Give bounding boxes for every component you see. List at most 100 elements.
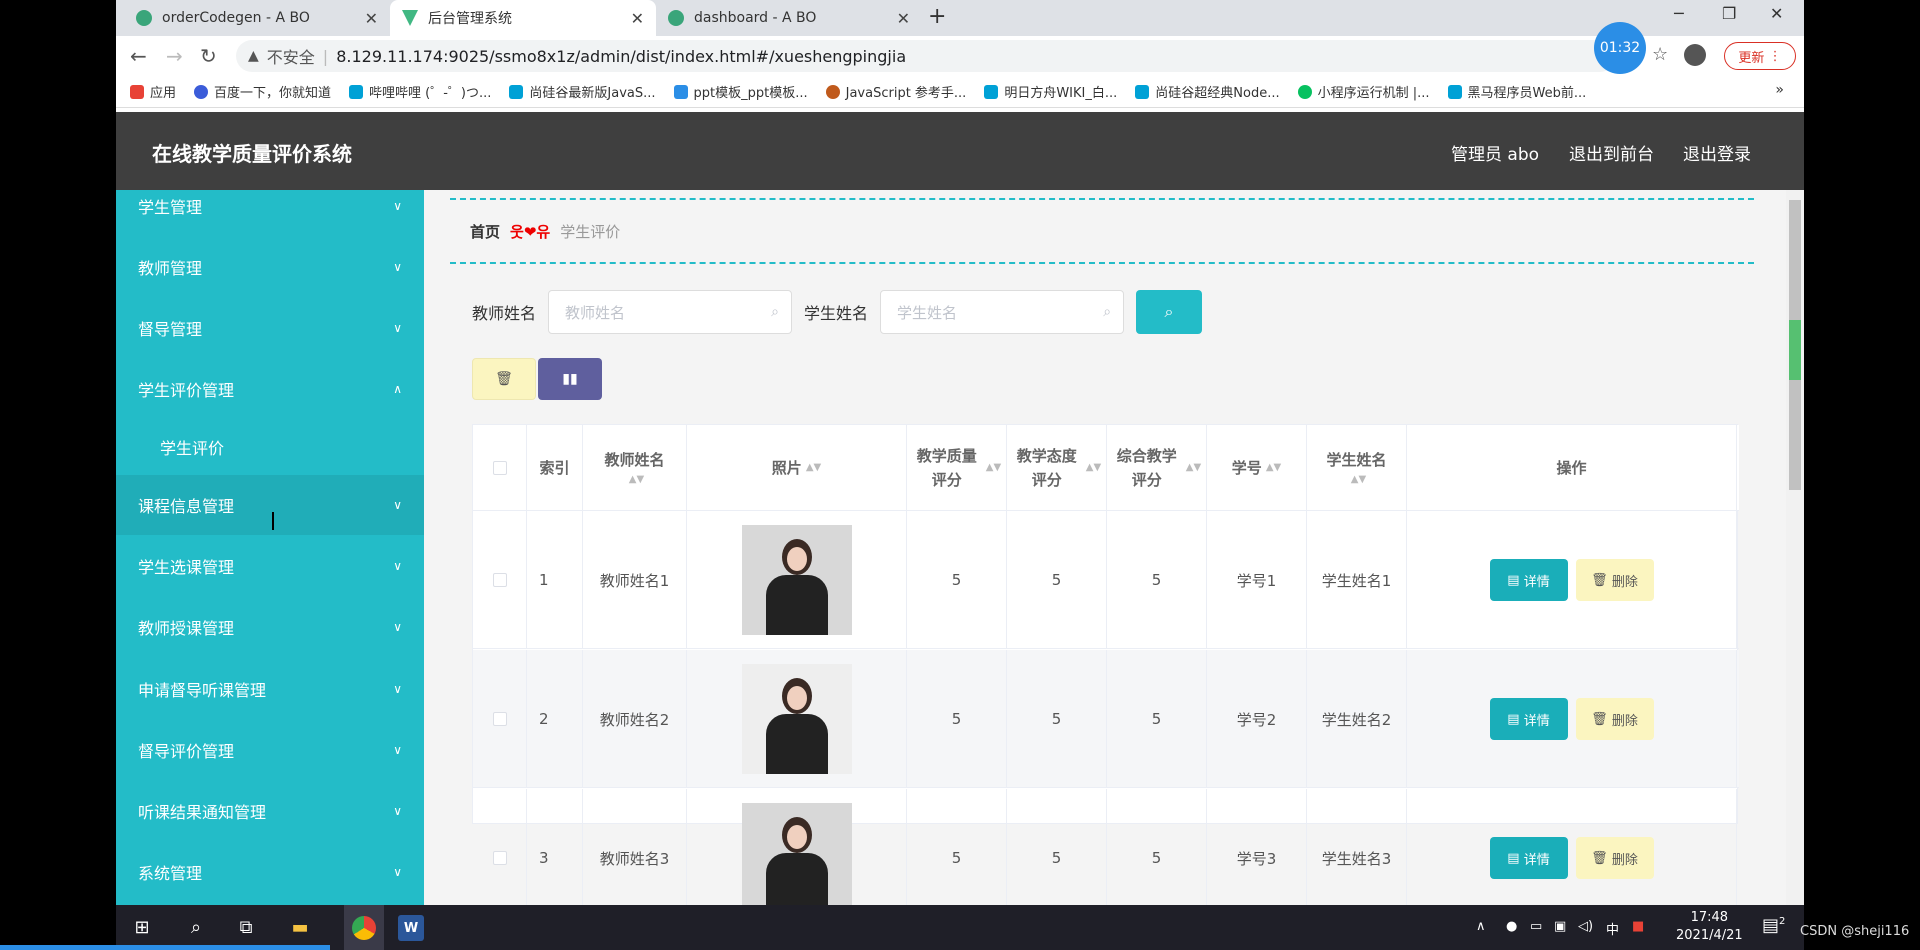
bookmark-ppt[interactable]: ppt模板_ppt模板... xyxy=(673,82,808,101)
sidebar-item-result-notice[interactable]: 听课结果通知管理 ∨ xyxy=(116,781,424,841)
tray-app-icon[interactable]: ● xyxy=(1506,919,1517,934)
sidebar-item-teacher[interactable]: 教师管理 ∨ xyxy=(116,237,424,297)
index-cell: 1 xyxy=(527,511,583,649)
sort-icon[interactable]: ▲▼ xyxy=(1351,472,1366,488)
column-label: 教学态度评分 xyxy=(1016,447,1077,489)
sort-icon[interactable]: ▲▼ xyxy=(1086,460,1101,476)
search-button[interactable]: ⌕ xyxy=(1136,290,1203,334)
desktop: orderCodegen - A BO ✕ 后台管理系统 ✕ dashboard… xyxy=(0,0,1920,950)
sort-icon[interactable]: ▲▼ xyxy=(806,460,821,476)
system-clock[interactable]: 17:48 2021/4/21 xyxy=(1676,909,1743,945)
teacher-photo[interactable] xyxy=(741,803,852,905)
tab-dashboard[interactable]: dashboard - A BO ✕ xyxy=(656,0,922,36)
close-icon[interactable]: ✕ xyxy=(631,9,644,28)
ppt-icon xyxy=(673,84,688,99)
bookmark-node[interactable]: 尚硅谷超经典Node... xyxy=(1135,82,1280,101)
antivirus-icon[interactable]: ■ xyxy=(1632,919,1644,934)
delete-button[interactable]: 🗑 删除 xyxy=(1575,837,1654,879)
ime-indicator[interactable]: 中 xyxy=(1606,919,1619,938)
bookmark-atguigu-js[interactable]: 尚硅谷最新版JavaS... xyxy=(509,82,656,101)
sidebar-item-course-selection[interactable]: 学生选课管理 ∨ xyxy=(116,536,424,596)
student-name-input[interactable]: 学生姓名 ⌕ xyxy=(880,290,1125,334)
column-header-teacher[interactable]: 教师姓名 ▲▼ xyxy=(583,425,687,511)
sidebar-item-supervisor-evaluation[interactable]: 督导评价管理 ∨ xyxy=(116,720,424,780)
column-header-quality[interactable]: 教学质量评分 ▲▼ xyxy=(907,425,1007,511)
window-close-icon[interactable]: ✕ xyxy=(1770,4,1783,23)
teacher-photo[interactable] xyxy=(741,525,852,635)
sort-icon[interactable]: ▲▼ xyxy=(986,460,1001,476)
column-label: 学生姓名 xyxy=(1326,451,1387,469)
teacher-name-input[interactable]: 教师姓名 ⌕ xyxy=(548,290,793,334)
batch-delete-button[interactable]: 🗑 xyxy=(472,358,536,400)
bookmark-arknights[interactable]: 明日方舟WIKI_白... xyxy=(984,82,1117,101)
row-checkbox[interactable] xyxy=(492,712,507,726)
row-checkbox[interactable] xyxy=(492,573,507,587)
word-icon[interactable]: W xyxy=(398,915,424,941)
bookmark-baidu[interactable]: 百度一下，你就知道 xyxy=(194,82,331,101)
reload-icon[interactable]: ↻ xyxy=(200,44,217,68)
search-icon[interactable]: ⌕ xyxy=(184,915,208,939)
bookmark-bilibili[interactable]: 哔哩哔哩 (゜-゜)つ... xyxy=(349,82,491,101)
teacher-photo[interactable] xyxy=(741,664,852,774)
sidebar-item-student-evaluation[interactable]: 学生评价管理 ∧ xyxy=(116,359,424,419)
row-checkbox[interactable] xyxy=(492,851,507,865)
sidebar-item-teaching[interactable]: 教师授课管理 ∨ xyxy=(116,597,424,657)
column-header-overall[interactable]: 综合教学评分 ▲▼ xyxy=(1107,425,1207,511)
task-view-icon[interactable]: ⧉ xyxy=(234,915,258,939)
restore-icon[interactable]: ❐ xyxy=(1722,4,1736,23)
detail-button[interactable]: ▤ 详情 xyxy=(1489,837,1568,879)
file-explorer-icon[interactable]: ▬ xyxy=(288,915,312,939)
column-header-student-id[interactable]: 学号 ▲▼ xyxy=(1207,425,1307,511)
column-header-photo[interactable]: 照片 ▲▼ xyxy=(687,425,907,511)
address-bar[interactable]: ▲ 不安全 | 8.129.11.174:9025/ssmo8x1z/admin… xyxy=(236,40,1616,72)
breadcrumb-home[interactable]: 首页 xyxy=(470,221,500,242)
network-icon[interactable]: ▣ xyxy=(1554,919,1566,934)
sidebar-item-course-info[interactable]: 课程信息管理 ∨ xyxy=(116,475,424,535)
submenu-item-student-evaluation[interactable]: 学生评价 xyxy=(116,419,424,475)
sidebar-item-student[interactable]: 学生管理 ∨ xyxy=(116,190,424,236)
bookmark-apps[interactable]: 应用 xyxy=(130,82,176,101)
sidebar-item-apply-supervision[interactable]: 申请督导听课管理 ∨ xyxy=(116,659,424,719)
select-all-checkbox[interactable] xyxy=(492,461,507,475)
detail-button[interactable]: ▤ 详情 xyxy=(1489,698,1568,740)
sort-icon[interactable]: ▲▼ xyxy=(1266,460,1281,476)
statistics-button[interactable]: ▮▮ xyxy=(538,358,602,400)
admin-user-link[interactable]: 管理员 abo xyxy=(1451,140,1539,165)
sidebar-item-supervisor[interactable]: 督导管理 ∨ xyxy=(116,298,424,358)
back-icon[interactable]: ← xyxy=(130,44,147,68)
windows-start-icon[interactable]: ⊞ xyxy=(130,915,154,939)
delete-label: 删除 xyxy=(1611,713,1638,729)
logout-link[interactable]: 退出登录 xyxy=(1683,140,1751,165)
detail-button[interactable]: ▤ 详情 xyxy=(1489,559,1568,601)
actions-cell: ▤ 详情 🗑 删除 xyxy=(1407,789,1737,905)
close-icon[interactable]: ✕ xyxy=(897,9,910,28)
new-tab-button[interactable]: + xyxy=(928,4,946,29)
battery-icon[interactable]: ▭ xyxy=(1530,919,1542,934)
update-button[interactable]: 更新 ⋮ xyxy=(1724,42,1796,70)
back-to-front-link[interactable]: 退出到前台 xyxy=(1569,140,1654,165)
volume-icon[interactable]: ◁) xyxy=(1578,919,1593,934)
notification-icon[interactable]: ▤2 xyxy=(1762,915,1785,936)
sort-icon[interactable]: ▲▼ xyxy=(629,472,644,488)
chrome-taskbar-icon[interactable] xyxy=(344,905,384,950)
bookmarks-more-button[interactable]: » xyxy=(1775,82,1784,98)
tab-ordercodegen[interactable]: orderCodegen - A BO ✕ xyxy=(124,0,390,36)
profile-icon[interactable] xyxy=(1684,44,1706,66)
column-header-attitude[interactable]: 教学态度评分 ▲▼ xyxy=(1007,425,1107,511)
bookmark-heima[interactable]: 黑马程序员Web前... xyxy=(1447,82,1586,101)
bookmark-javascript[interactable]: JavaScript 参考手... xyxy=(825,82,966,101)
forward-icon[interactable]: → xyxy=(166,44,183,68)
delete-button[interactable]: 🗑 删除 xyxy=(1575,698,1654,740)
sort-icon[interactable]: ▲▼ xyxy=(1186,460,1201,476)
column-header-student[interactable]: 学生姓名 ▲▼ xyxy=(1307,425,1407,511)
tray-expand-icon[interactable]: ∧ xyxy=(1476,919,1486,934)
delete-button[interactable]: 🗑 删除 xyxy=(1575,559,1654,601)
tab-admin[interactable]: 后台管理系统 ✕ xyxy=(390,0,656,36)
bookmark-miniprogram[interactable]: 小程序运行机制 |... xyxy=(1297,82,1430,101)
star-icon[interactable]: ☆ xyxy=(1652,44,1668,65)
select-all-cell xyxy=(473,425,527,511)
page-scrollbar[interactable] xyxy=(1786,190,1804,905)
minimize-icon[interactable]: ─ xyxy=(1674,4,1684,23)
sidebar-item-system[interactable]: 系统管理 ∨ xyxy=(116,842,424,902)
close-icon[interactable]: ✕ xyxy=(365,9,378,28)
